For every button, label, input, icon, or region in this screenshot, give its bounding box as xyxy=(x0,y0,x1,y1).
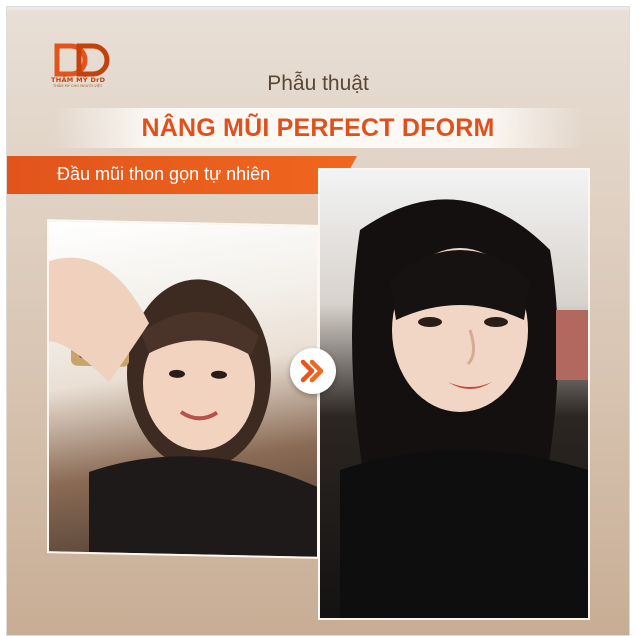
before-after-connector xyxy=(290,348,336,394)
feature-ribbon-label: Đầu mũi thon gọn tự nhiên xyxy=(57,164,271,184)
after-portrait-illustration xyxy=(340,199,588,618)
after-photo xyxy=(318,168,590,620)
double-chevron-right-icon xyxy=(300,359,324,383)
promo-banner-image[interactable]: THẨM MỸ DrD THẨM MỸ CHO NGƯỜI VIỆT Phẫu … xyxy=(7,10,629,635)
before-portrait-illustration xyxy=(49,257,317,557)
banner-title: NÂNG MŨI PERFECT DFORM xyxy=(141,114,495,142)
post-card: THẨM MỸ DrD THẨM MỸ CHO NGƯỜI VIỆT Phẫu … xyxy=(6,6,630,636)
before-photo xyxy=(47,219,319,559)
banner-headline: Phẫu thuật xyxy=(267,72,369,95)
